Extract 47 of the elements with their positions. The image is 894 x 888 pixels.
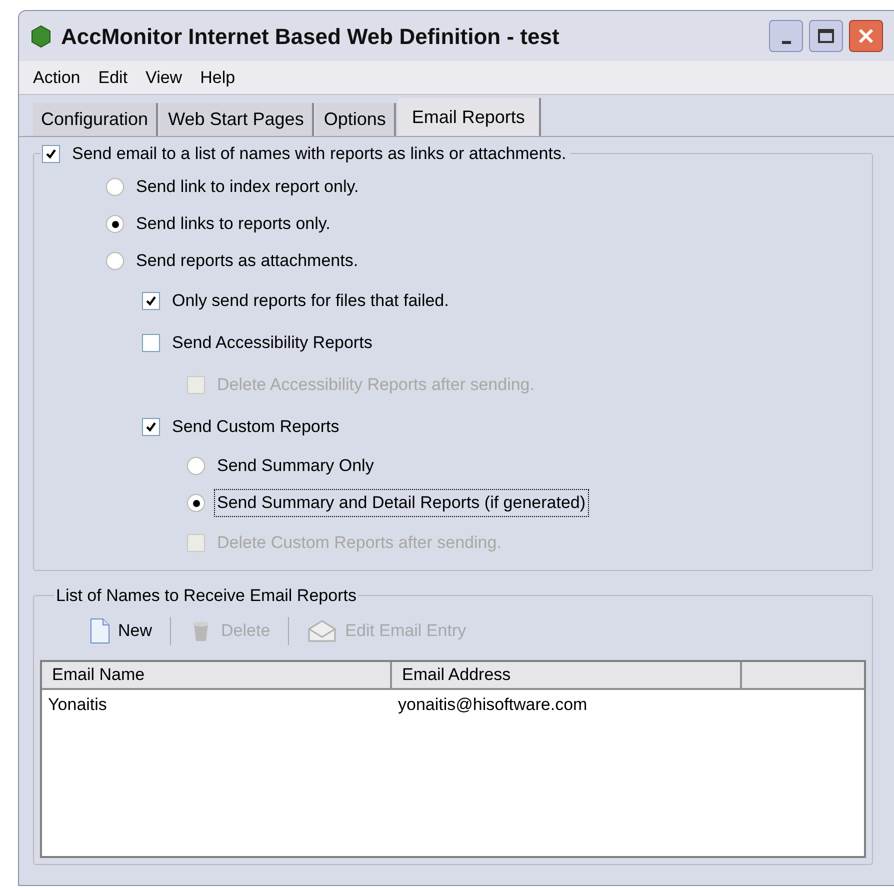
radio-button[interactable] bbox=[187, 494, 205, 512]
toolbar-button[interactable]: New bbox=[90, 618, 152, 644]
document-icon bbox=[90, 618, 110, 644]
tab[interactable]: Options bbox=[316, 103, 396, 136]
column-header[interactable]: Email Name bbox=[42, 662, 392, 688]
tab[interactable]: Configuration bbox=[33, 103, 158, 136]
menu-item[interactable]: Help bbox=[200, 64, 236, 90]
menu-item[interactable]: View bbox=[146, 64, 182, 90]
check-mark-icon bbox=[145, 294, 157, 306]
option-label: Send Accessibility Reports bbox=[171, 332, 374, 354]
column-header[interactable]: Email Address bbox=[392, 662, 742, 688]
option-label: Send reports as attachments. bbox=[135, 250, 360, 272]
option-label: Send Summary Only bbox=[216, 455, 375, 478]
maximize-icon bbox=[818, 29, 834, 43]
checkbox[interactable] bbox=[142, 292, 160, 310]
checkbox[interactable] bbox=[142, 334, 160, 352]
option-label: Send links to reports only. bbox=[135, 213, 332, 236]
window-title: AccMonitor Internet Based Web Definition - test bbox=[61, 22, 560, 50]
option-label: Delete Custom Reports after sending. bbox=[216, 532, 502, 554]
check-mark-icon bbox=[145, 420, 157, 432]
option-label: Send Custom Reports bbox=[171, 416, 340, 438]
tab[interactable]: Web Start Pages bbox=[160, 103, 314, 136]
group-title: List of Names to Receive Email Reports bbox=[55, 584, 358, 606]
minimize-button[interactable] bbox=[769, 20, 803, 52]
minimize-icon bbox=[782, 41, 790, 44]
checkbox[interactable] bbox=[142, 418, 160, 436]
tab[interactable]: Email Reports bbox=[398, 98, 541, 136]
maximize-button[interactable] bbox=[809, 20, 843, 52]
option-label: Send link to index report only. bbox=[135, 176, 360, 198]
table-cell-text: yonaitis@hisoftware.com bbox=[397, 694, 588, 716]
option-label: Send email to a list of names with reports as links or attachments. bbox=[71, 143, 568, 165]
menu-item[interactable]: Action bbox=[33, 64, 80, 90]
check-mark-icon bbox=[45, 148, 57, 160]
radio-button[interactable] bbox=[106, 252, 124, 270]
menu-item[interactable]: Edit bbox=[98, 64, 128, 90]
option-label: Delete Accessibility Reports after sending. bbox=[216, 374, 536, 396]
option-label: Only send reports for files that failed. bbox=[171, 290, 450, 312]
close-icon bbox=[858, 28, 874, 44]
radio-button[interactable] bbox=[187, 457, 205, 475]
table-cell-text: Yonaitis bbox=[47, 694, 108, 716]
close-button[interactable] bbox=[849, 20, 883, 52]
radio-button[interactable] bbox=[106, 215, 124, 233]
radio-button[interactable] bbox=[106, 178, 124, 196]
app-logo-icon bbox=[29, 24, 53, 48]
option-label: Send Summary and Detail Reports (if generated) bbox=[215, 490, 588, 516]
envelope-icon bbox=[307, 619, 338, 643]
checkbox[interactable] bbox=[42, 144, 60, 163]
